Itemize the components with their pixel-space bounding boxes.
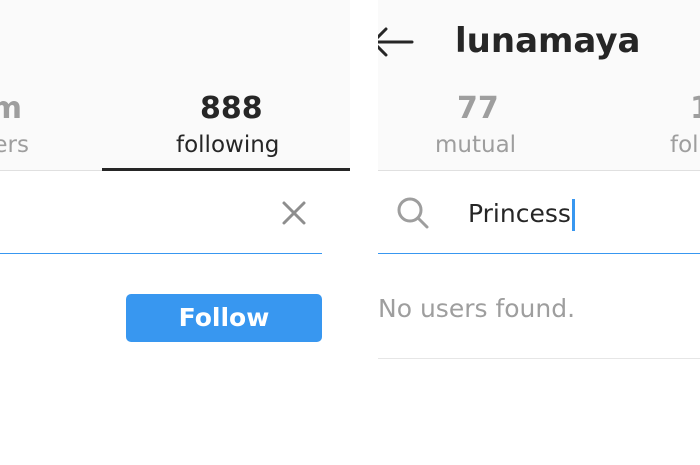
search-query-text: Princess bbox=[468, 199, 571, 228]
left-panel: m ers 888 following Follow bbox=[0, 0, 350, 465]
screen: m ers 888 following Follow lunamaya 77 m… bbox=[0, 0, 700, 465]
followers-count: m bbox=[0, 91, 22, 126]
header-divider bbox=[378, 170, 700, 171]
follow-button[interactable]: Follow bbox=[126, 294, 322, 342]
followers-count-right: 1 bbox=[690, 94, 700, 124]
right-panel: lunamaya 77 mutual 1 fol Princess No use… bbox=[378, 0, 700, 465]
text-caret bbox=[571, 199, 575, 231]
mutual-label: mutual bbox=[435, 132, 517, 158]
arrow-left-icon[interactable] bbox=[378, 27, 414, 57]
close-icon[interactable] bbox=[280, 199, 308, 227]
search-icon bbox=[397, 197, 429, 229]
search-input[interactable]: Princess bbox=[468, 196, 688, 232]
followers-label-right: fol bbox=[670, 132, 699, 158]
profile-username: lunamaya bbox=[455, 21, 641, 61]
panel-gap bbox=[350, 0, 378, 465]
active-tab-indicator bbox=[102, 168, 350, 171]
following-label: following bbox=[176, 132, 280, 158]
mutual-count: 77 bbox=[457, 91, 499, 126]
list-divider bbox=[378, 358, 700, 359]
search-underline bbox=[0, 253, 322, 254]
followers-label: ers bbox=[0, 132, 29, 158]
stats-header bbox=[0, 0, 350, 171]
search-underline bbox=[378, 253, 700, 254]
following-count: 888 bbox=[200, 91, 263, 126]
empty-state-message: No users found. bbox=[378, 294, 576, 323]
